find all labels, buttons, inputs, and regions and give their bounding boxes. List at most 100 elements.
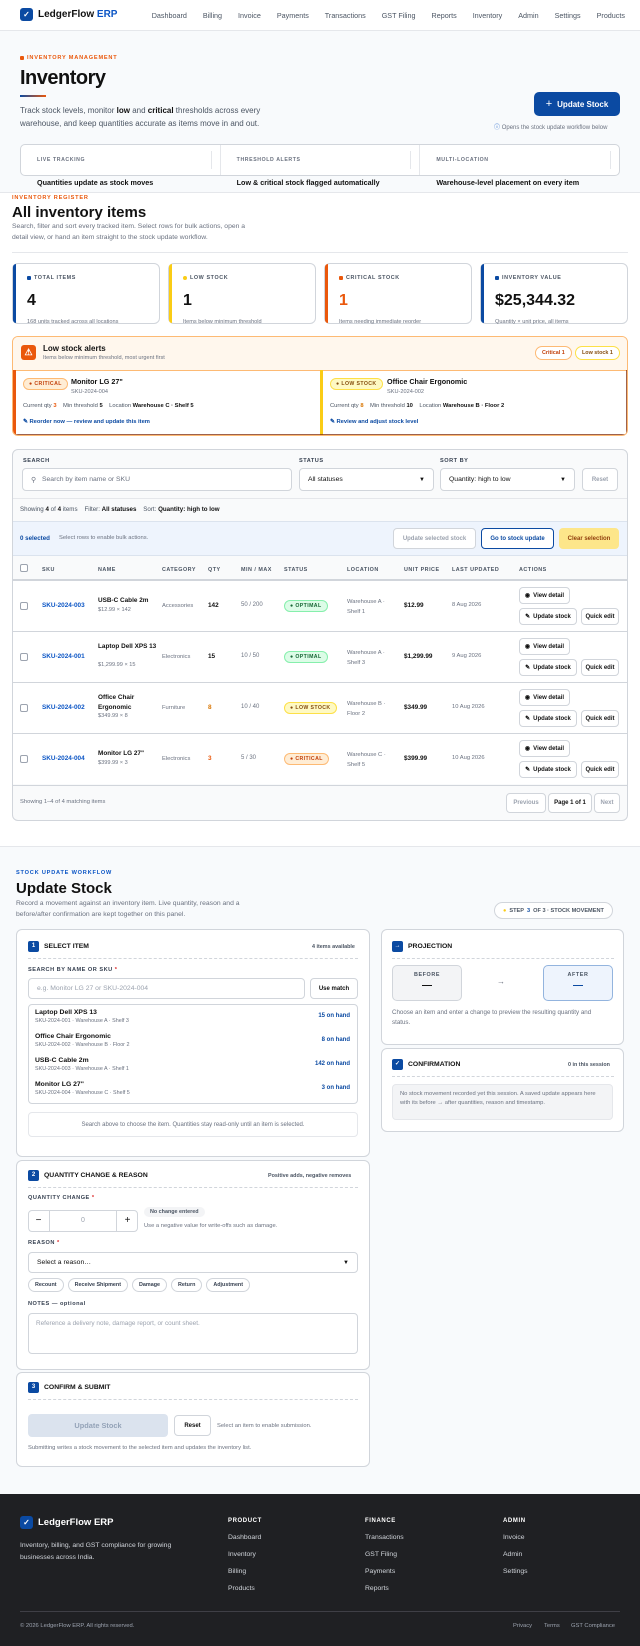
footer-link-payments[interactable]: Payments [365,1568,395,1575]
row-sku[interactable]: SKU-2024-004 [42,755,85,762]
list-item[interactable]: Office Chair Ergonomic SKU-2024-002 · War… [28,1030,358,1054]
previous-page-button[interactable]: Previous [506,793,546,813]
reset-form-button[interactable]: Reset [174,1415,211,1436]
nav-link-settings[interactable]: Settings [555,11,581,20]
footer-link-inventory[interactable]: Inventory [228,1551,256,1558]
row-checkbox[interactable] [20,602,28,610]
footer-link-admin[interactable]: Admin [503,1551,522,1558]
nav-link-dashboard[interactable]: Dashboard [152,11,187,20]
submit-update-button[interactable]: Update Stock [28,1414,168,1437]
reason-chip-damage[interactable]: Damage [132,1278,167,1292]
status-badge: ● OPTIMAL [284,651,328,663]
edit-icon: ✎ [525,716,531,722]
nav-link-gst-filing[interactable]: GST Filing [382,11,416,20]
nav-link-invoice[interactable]: Invoice [238,11,261,20]
col-location[interactable]: LOCATION [347,567,379,573]
col-sku[interactable]: SKU [42,567,55,573]
nav-link-payments[interactable]: Payments [277,11,309,20]
decrement-button[interactable]: − [28,1210,50,1232]
row-location: Warehouse C · Shelf 5 [347,752,386,768]
footer-legal-privacy[interactable]: Privacy [513,1623,532,1629]
row-checkbox[interactable] [20,653,28,661]
eye-icon: ◉ [524,593,531,599]
eye-icon: ◉ [524,746,531,752]
alerts-subtitle: Items below minimum threshold, most urge… [43,355,165,361]
item-search-input[interactable]: e.g. Monitor LG 27 or SKU-2024-004 [28,978,305,999]
nav-link-reports[interactable]: Reports [432,11,457,20]
footer-link-transactions[interactable]: Transactions [365,1534,404,1541]
footer-link-dashboard[interactable]: Dashboard [228,1534,261,1541]
reorder-link[interactable]: ✎ Reorder now — review and update this i… [23,419,150,425]
go-to-stock-update-button[interactable]: Go to stock update [481,528,554,549]
next-page-button[interactable]: Next [594,793,620,813]
col-name[interactable]: NAME [98,567,116,573]
search-input[interactable]: ⚲ Search by item name or SKU [22,468,292,491]
reason-chip-recount[interactable]: Recount [28,1278,64,1292]
sort-select[interactable]: Quantity: high to low ▼ [440,468,575,491]
edit-icon: ✎ [525,665,531,671]
footer-link-billing[interactable]: Billing [228,1568,246,1575]
quick-edit-button[interactable]: Quick edit [581,659,619,676]
col-unit-price[interactable]: UNIT PRICE [404,567,440,573]
quick-edit-button[interactable]: Quick edit [581,761,619,778]
reason-chip-return[interactable]: Return [171,1278,203,1292]
view-detail-button[interactable]: ◉ View detail [519,638,570,655]
footer-link-reports[interactable]: Reports [365,1585,389,1592]
view-detail-button[interactable]: ◉ View detail [519,740,570,757]
increment-button[interactable]: + [116,1210,138,1232]
nav-link-billing[interactable]: Billing [203,11,222,20]
footer-link-invoice[interactable]: Invoice [503,1534,525,1541]
view-detail-button[interactable]: ◉ View detail [519,587,570,604]
select-all-checkbox[interactable] [20,564,28,572]
reason-chip-adjustment[interactable]: Adjustment [206,1278,251,1292]
row-sku[interactable]: SKU-2024-001 [42,653,85,660]
update-stock-button[interactable]: ✎ Update stock [519,761,577,778]
footer-legal-gst-compliance[interactable]: GST Compliance [571,1623,615,1629]
col-category[interactable]: CATEGORY [162,567,196,573]
status-select[interactable]: All statuses ▼ [299,468,434,491]
feature-chips: LIVE TRACKING Quantities update as stock … [20,144,620,187]
col-qty[interactable]: QTY [208,567,221,573]
footer-link-settings[interactable]: Settings [503,1568,528,1575]
list-item[interactable]: USB-C Cable 2m SKU-2024-003 · Warehouse A… [28,1054,358,1078]
quantity-input[interactable]: 0 [50,1210,116,1232]
update-stock-button[interactable]: ✎ Update stock [519,608,577,625]
row-checkbox[interactable] [20,755,28,763]
reset-filters-button[interactable]: Reset [582,468,618,491]
quick-edit-button[interactable]: Quick edit [581,710,619,727]
row-category: Accessories [162,603,194,609]
update-stock-cta[interactable]: + Update Stock [534,92,620,116]
bulk-hint: Select rows to enable bulk actions. [59,535,149,541]
col-status[interactable]: STATUS [284,567,308,573]
nav-link-inventory[interactable]: Inventory [473,11,503,20]
low-stock-alerts: ⚠ Low stock alerts Items below minimum t… [12,336,628,436]
use-match-button[interactable]: Use match [310,978,358,999]
after-box: AFTER — [543,965,613,1001]
update-stock-button[interactable]: ✎ Update stock [519,710,577,727]
footer-link-gst-filing[interactable]: GST Filing [365,1551,397,1558]
col-last-updated[interactable]: LAST UPDATED [452,567,499,573]
review-link[interactable]: ✎ Review and adjust stock level [330,419,418,425]
notes-textarea[interactable]: Reference a delivery note, damage report… [28,1313,358,1354]
col-min-max[interactable]: MIN / MAX [241,567,272,573]
submit-note: Submitting writes a stock movement to th… [28,1445,252,1451]
footer-link-products[interactable]: Products [228,1585,255,1592]
footer-legal-terms[interactable]: Terms [544,1623,560,1629]
row-checkbox[interactable] [20,704,28,712]
row-sku[interactable]: SKU-2024-003 [42,602,85,609]
reason-select[interactable]: Select a reason… ▼ [28,1252,358,1273]
nav-link-admin[interactable]: Admin [518,11,538,20]
clear-selection-button[interactable]: Clear selection [559,528,619,549]
update-stock-button[interactable]: ✎ Update stock [519,659,577,676]
reason-chip-receive-shipment[interactable]: Receive Shipment [67,1278,129,1292]
quick-edit-button[interactable]: Quick edit [581,608,619,625]
view-detail-button[interactable]: ◉ View detail [519,689,570,706]
brand-logo[interactable]: ✓ LedgerFlow ERP [20,8,117,21]
nav-link-products[interactable]: Products [597,11,625,20]
list-item[interactable]: Monitor LG 27" SKU-2024-004 · Warehouse C… [28,1078,358,1102]
list-item[interactable]: Laptop Dell XPS 13 SKU-2024-001 · Warehou… [28,1006,358,1030]
nav-link-transactions[interactable]: Transactions [325,11,366,20]
update-selected-button[interactable]: Update selected stock [393,528,476,549]
row-min-max: 10 / 40 [241,704,260,710]
row-sku[interactable]: SKU-2024-002 [42,704,85,711]
